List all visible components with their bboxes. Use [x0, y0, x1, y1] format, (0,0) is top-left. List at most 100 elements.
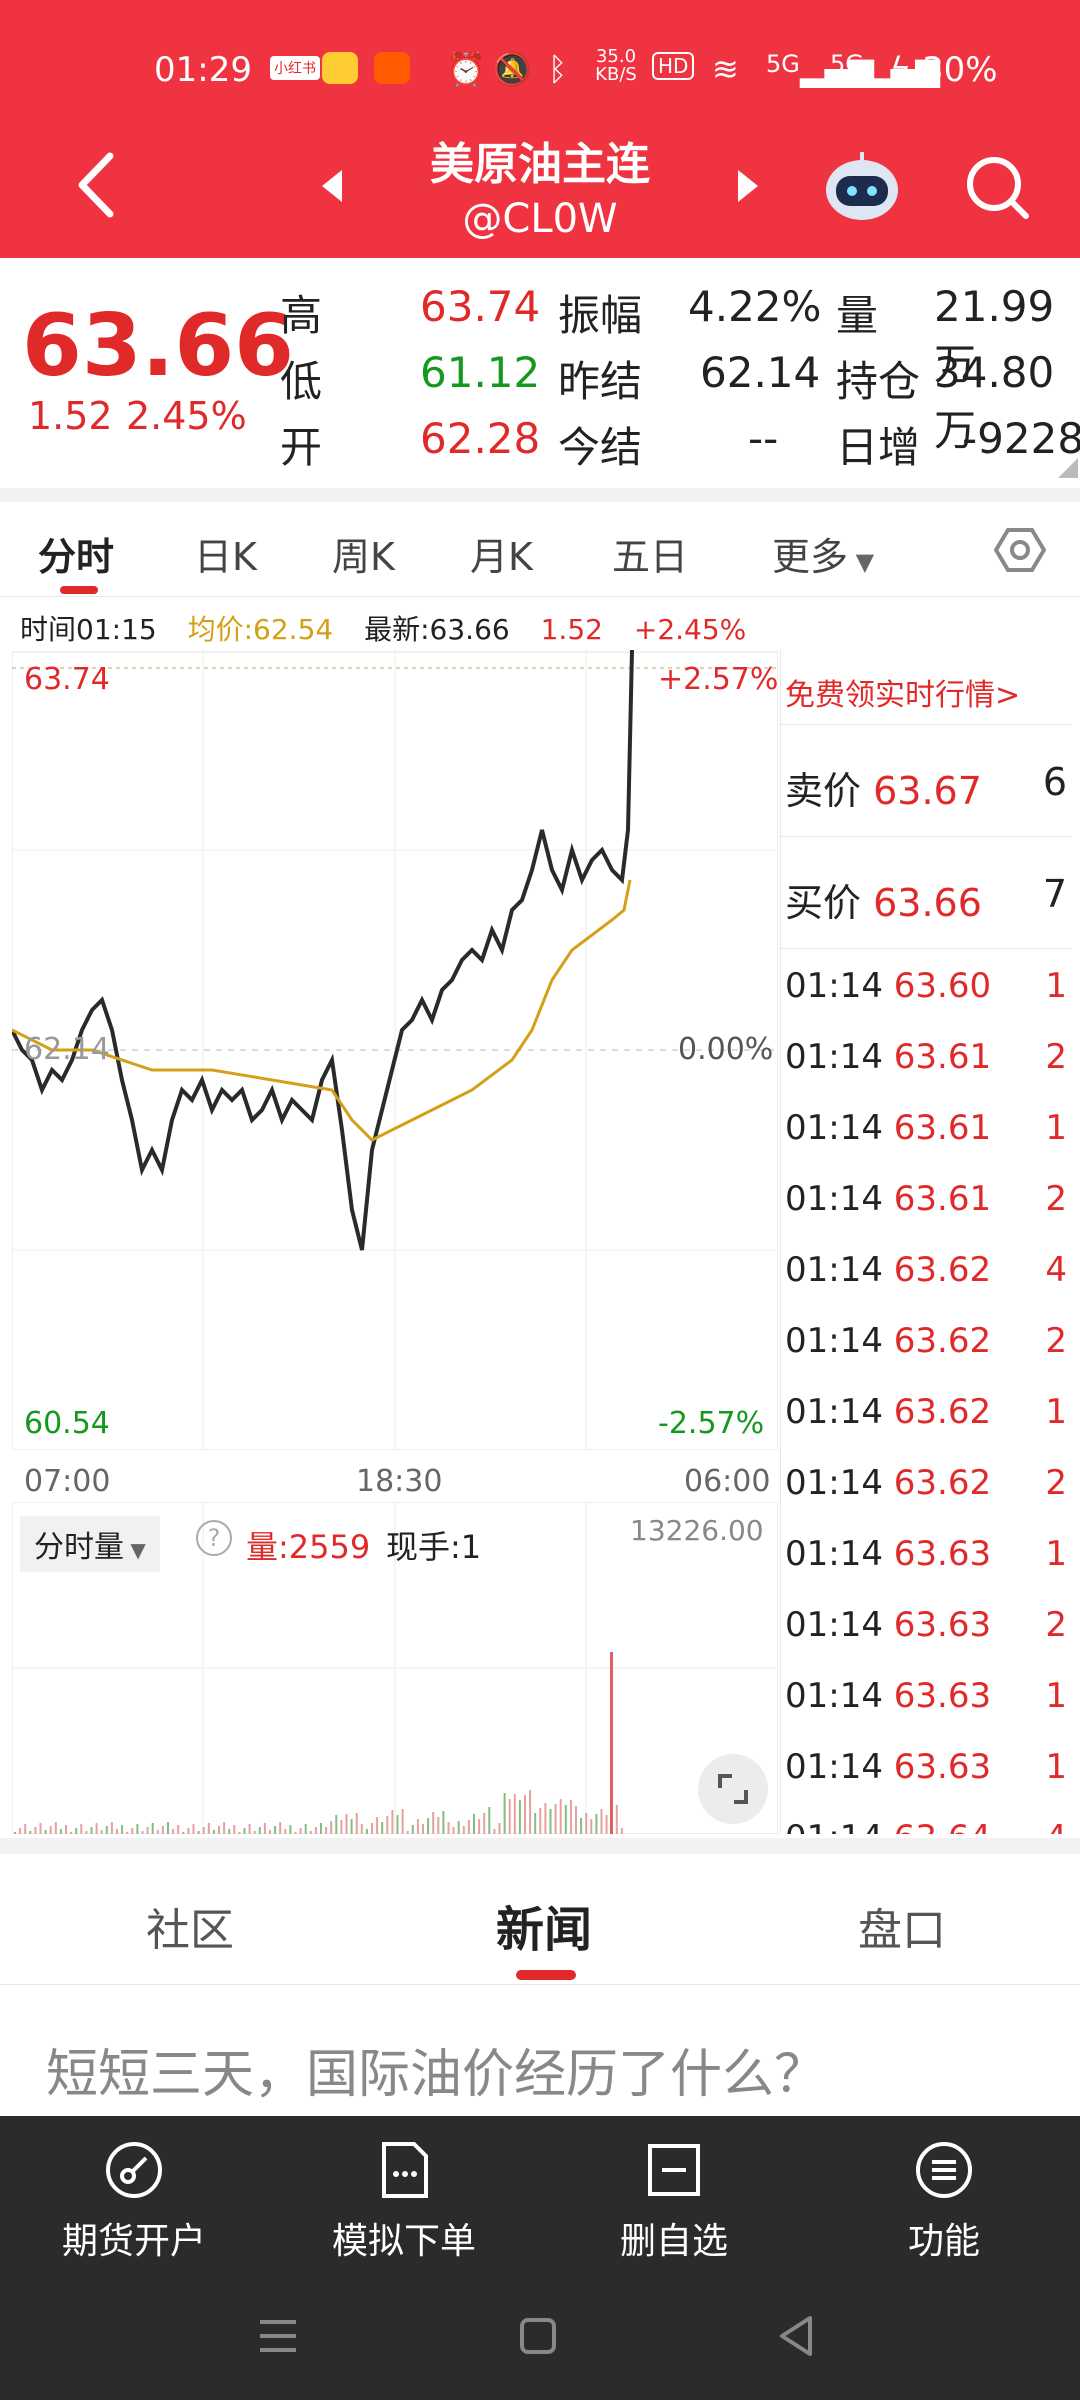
volume-bar	[187, 1828, 190, 1834]
volume-bar	[218, 1826, 220, 1834]
volume-bar	[269, 1830, 271, 1834]
tick-row: 01:14 63.63 2	[785, 1605, 1071, 1645]
back-nav-icon[interactable]	[774, 2314, 818, 2358]
low-value: 61.12	[420, 348, 541, 397]
daily-increase-value: -9228	[962, 414, 1080, 463]
volume-bar	[161, 1826, 164, 1834]
tick-price: 63.62	[893, 1321, 992, 1361]
volume-bar	[65, 1825, 67, 1834]
simulated-order-button[interactable]: 模拟下单	[304, 2140, 504, 2264]
contract-title: 美原油主连	[430, 139, 650, 190]
tab-more[interactable]: 更多 ▼	[772, 526, 874, 581]
volume-bar	[345, 1814, 348, 1834]
volume-bar	[156, 1830, 159, 1834]
volume-chart[interactable]: 分时量 ▼ ? 量:2559 现手:1 13226.00	[11, 1501, 779, 1835]
divider	[781, 836, 1071, 837]
tab-intraday[interactable]: 分时	[38, 526, 114, 581]
tick-row: 01:14 63.61 2	[785, 1037, 1071, 1077]
tick-row: 01:14 63.62 2	[785, 1463, 1071, 1503]
bottom-action-bar: 期货开户 模拟下单 删自选 功能	[0, 2116, 1080, 2400]
intraday-chart[interactable]: 63.74 60.54 +2.57% -2.57% 62.14 0.00% 07…	[10, 649, 779, 1499]
info-change: 1.52	[540, 613, 603, 646]
next-contract-icon[interactable]	[734, 166, 764, 206]
tab-order-book[interactable]: 盘口	[858, 1894, 946, 1958]
tab-daily-k[interactable]: 日K	[194, 526, 257, 581]
bid-price: 63.66	[873, 881, 982, 925]
remove-watchlist-button[interactable]: 删自选	[574, 2140, 774, 2264]
volume-bar	[258, 1827, 261, 1834]
volume-bar	[126, 1832, 129, 1834]
robot-assistant-icon[interactable]	[822, 148, 902, 224]
tick-price: 63.63	[893, 1534, 992, 1574]
tab-community[interactable]: 社区	[146, 1894, 234, 1958]
volume-bar	[437, 1817, 440, 1834]
volume-bar	[559, 1799, 562, 1834]
tick-row: 01:14 63.61 1	[785, 1108, 1071, 1148]
tab-monthly-k[interactable]: 月K	[470, 526, 533, 581]
tab-weekly-k[interactable]: 周K	[332, 526, 395, 581]
tick-time: 01:14	[785, 1321, 883, 1361]
net-speed: 35.0 KB/S	[595, 46, 637, 85]
volume-bar	[238, 1832, 241, 1834]
volume-bar	[34, 1827, 37, 1834]
tick-time: 01:14	[785, 966, 883, 1006]
volume-bar	[309, 1831, 312, 1834]
battery-level: 30%	[922, 50, 998, 90]
settings-icon[interactable]	[994, 524, 1046, 576]
volume-bar	[325, 1827, 328, 1834]
volume-bar	[294, 1832, 297, 1834]
recent-apps-icon[interactable]	[256, 2316, 300, 2356]
home-icon[interactable]	[518, 2316, 558, 2356]
tick-row: 01:14 63.63 1	[785, 1534, 1071, 1574]
minus-box-icon	[648, 2144, 700, 2196]
tick-time: 01:14	[785, 1676, 883, 1716]
tick-qty: 1	[1045, 1534, 1067, 1574]
info-latest: 最新:63.66	[364, 613, 510, 646]
back-icon[interactable]	[70, 150, 120, 220]
price-change-pct: 2.45%	[126, 394, 247, 438]
volume-bar	[508, 1799, 511, 1834]
info-avg: 均价:62.54	[187, 613, 334, 646]
expand-corner-icon[interactable]	[1058, 458, 1078, 478]
volume-bar	[467, 1820, 470, 1834]
tick-price: 63.62	[893, 1250, 992, 1290]
tab-news[interactable]: 新闻	[496, 1890, 592, 1960]
volume-bar	[44, 1830, 47, 1834]
tick-row: 01:14 63.62 4	[785, 1250, 1071, 1290]
news-headline[interactable]: 短短三天，国际油价经历了什么？	[46, 2032, 826, 2107]
volume-bar	[54, 1822, 57, 1834]
price-max-label: 63.74	[24, 662, 110, 697]
bluetooth-icon: ᛒ	[548, 50, 568, 88]
volume-bar	[386, 1816, 389, 1834]
volume-bar	[177, 1825, 180, 1834]
tick-qty: 1	[1045, 1676, 1067, 1716]
open-account-button[interactable]: 期货开户	[34, 2140, 234, 2264]
volume-bar	[320, 1823, 322, 1834]
volume-bar	[406, 1831, 409, 1834]
volume-bar	[141, 1831, 144, 1834]
fullscreen-icon[interactable]	[698, 1754, 768, 1824]
volume-bar	[391, 1810, 394, 1834]
free-quotes-link[interactable]: 免费领实时行情>	[785, 670, 1071, 714]
volume-value-label: 量:2559	[246, 1528, 371, 1566]
volume-bar	[80, 1824, 83, 1834]
amplitude-value: 4.22%	[688, 282, 822, 331]
high-label: 高	[280, 291, 323, 340]
search-icon[interactable]	[962, 152, 1032, 222]
functions-button[interactable]: 功能	[844, 2140, 1044, 2264]
volume-bar	[585, 1813, 588, 1834]
remove-watchlist-label: 删自选	[619, 2221, 728, 2262]
tick-row: 01:14 63.60 1	[785, 966, 1071, 1006]
volume-bar	[228, 1829, 231, 1834]
tab-five-day[interactable]: 五日	[612, 526, 688, 581]
volume-bar	[49, 1826, 52, 1834]
volume-bar	[59, 1829, 62, 1834]
help-icon[interactable]: ?	[196, 1520, 232, 1556]
quote-panel: 63.66 1.52 2.45% 高 63.74 低 61.12 开 62.28…	[0, 258, 1080, 488]
volume-bar	[569, 1800, 572, 1834]
volume-bar	[518, 1800, 521, 1834]
content-tabs: 社区 新闻 盘口	[0, 1854, 1080, 1985]
info-time: 时间01:15	[20, 613, 157, 646]
volume-selector[interactable]: 分时量 ▼	[20, 1516, 160, 1572]
tick-time: 01:14	[785, 1250, 883, 1290]
